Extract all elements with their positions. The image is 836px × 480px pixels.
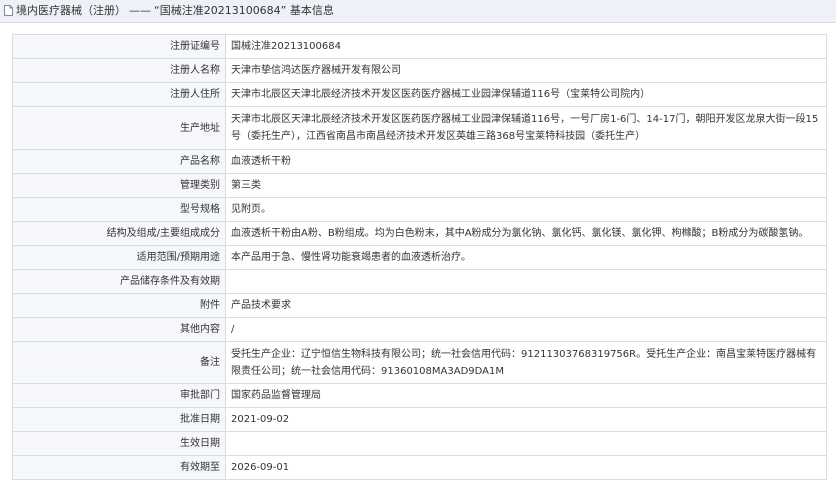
header-title: “国械注准20213100684” 基本信息 bbox=[154, 4, 334, 17]
row-value: 本产品用于急、慢性肾功能衰竭患者的血液透析治疗。 bbox=[225, 245, 827, 270]
table-row: 批准日期 2021-09-02 bbox=[12, 407, 827, 432]
row-label: 产品储存条件及有效期 bbox=[12, 269, 226, 294]
row-label: 其他内容 bbox=[12, 317, 226, 342]
page-header: 境内医疗器械（注册） —— “国械注准20213100684” 基本信息 bbox=[0, 0, 836, 23]
row-label: 生效日期 bbox=[12, 431, 226, 456]
row-label: 附件 bbox=[12, 293, 226, 318]
row-value bbox=[225, 269, 827, 294]
row-label: 管理类别 bbox=[12, 173, 226, 198]
info-table-body: 注册证编号 国械注准20213100684 注册人名称 天津市挚信鸿达医疗器械开发有限… bbox=[12, 34, 827, 480]
table-row: 注册证编号 国械注准20213100684 bbox=[12, 34, 827, 59]
info-table: 注册证编号 国械注准20213100684 注册人名称 天津市挚信鸿达医疗器械开发有限… bbox=[12, 34, 827, 480]
row-value: 第三类 bbox=[225, 173, 827, 198]
row-label: 生产地址 bbox=[12, 106, 226, 150]
row-value: 见附页。 bbox=[225, 197, 827, 222]
row-value: 天津市北辰区天津北辰经济技术开发区医药医疗器械工业园津保辅道116号，一号厂房1… bbox=[225, 106, 827, 150]
row-label: 有效期至 bbox=[12, 455, 226, 480]
row-value: 天津市挚信鸿达医疗器械开发有限公司 bbox=[225, 58, 827, 83]
table-row: 型号规格 见附页。 bbox=[12, 197, 827, 222]
row-label: 审批部门 bbox=[12, 383, 226, 408]
row-value: 血液透析干粉 bbox=[225, 149, 827, 174]
row-label: 结构及组成/主要组成成分 bbox=[12, 221, 226, 246]
table-row: 生产地址 天津市北辰区天津北辰经济技术开发区医药医疗器械工业园津保辅道116号，一… bbox=[12, 106, 827, 150]
table-row: 结构及组成/主要组成成分 血液透析干粉由A粉、B粉组成。均为白色粉末，其中A粉成分… bbox=[12, 221, 827, 246]
document-icon bbox=[4, 5, 13, 16]
row-value: 2026-09-01 bbox=[225, 455, 827, 480]
row-label: 适用范围/预期用途 bbox=[12, 245, 226, 270]
row-label: 型号规格 bbox=[12, 197, 226, 222]
row-value: 血液透析干粉由A粉、B粉组成。均为白色粉末，其中A粉成分为氯化钠、氯化钙、氯化镁… bbox=[225, 221, 827, 246]
row-label: 注册证编号 bbox=[12, 34, 226, 59]
row-label: 注册人名称 bbox=[12, 58, 226, 83]
table-row: 产品储存条件及有效期 bbox=[12, 269, 827, 294]
table-row: 产品名称 血液透析干粉 bbox=[12, 149, 827, 174]
header-separator: —— bbox=[129, 4, 151, 17]
table-row: 其他内容 / bbox=[12, 317, 827, 342]
row-value: 产品技术要求 bbox=[225, 293, 827, 318]
row-label: 批准日期 bbox=[12, 407, 226, 432]
row-value bbox=[225, 431, 827, 456]
row-value: 2021-09-02 bbox=[225, 407, 827, 432]
table-row: 备注 受托生产企业：辽宁恒信生物科技有限公司；统一社会信用代码：912113037… bbox=[12, 341, 827, 384]
row-label: 备注 bbox=[12, 341, 226, 384]
row-label: 产品名称 bbox=[12, 149, 226, 174]
table-row: 生效日期 bbox=[12, 431, 827, 456]
table-row: 注册人住所 天津市北辰区天津北辰经济技术开发区医药医疗器械工业园津保辅道116号（… bbox=[12, 82, 827, 107]
row-value: 国家药品监督管理局 bbox=[225, 383, 827, 408]
row-value: / bbox=[225, 317, 827, 342]
table-row: 附件 产品技术要求 bbox=[12, 293, 827, 318]
table-row: 有效期至 2026-09-01 bbox=[12, 455, 827, 480]
row-value: 天津市北辰区天津北辰经济技术开发区医药医疗器械工业园津保辅道116号（宝莱特公司… bbox=[225, 82, 827, 107]
info-table-container: 注册证编号 国械注准20213100684 注册人名称 天津市挚信鸿达医疗器械开发有限… bbox=[12, 34, 827, 480]
header-category: 境内医疗器械（注册） bbox=[16, 4, 126, 17]
table-row: 适用范围/预期用途 本产品用于急、慢性肾功能衰竭患者的血液透析治疗。 bbox=[12, 245, 827, 270]
row-label: 注册人住所 bbox=[12, 82, 226, 107]
table-row: 注册人名称 天津市挚信鸿达医疗器械开发有限公司 bbox=[12, 58, 827, 83]
table-row: 管理类别 第三类 bbox=[12, 173, 827, 198]
row-value: 受托生产企业：辽宁恒信生物科技有限公司；统一社会信用代码：91211303768… bbox=[225, 341, 827, 384]
table-row: 审批部门 国家药品监督管理局 bbox=[12, 383, 827, 408]
row-value: 国械注准20213100684 bbox=[225, 34, 827, 59]
